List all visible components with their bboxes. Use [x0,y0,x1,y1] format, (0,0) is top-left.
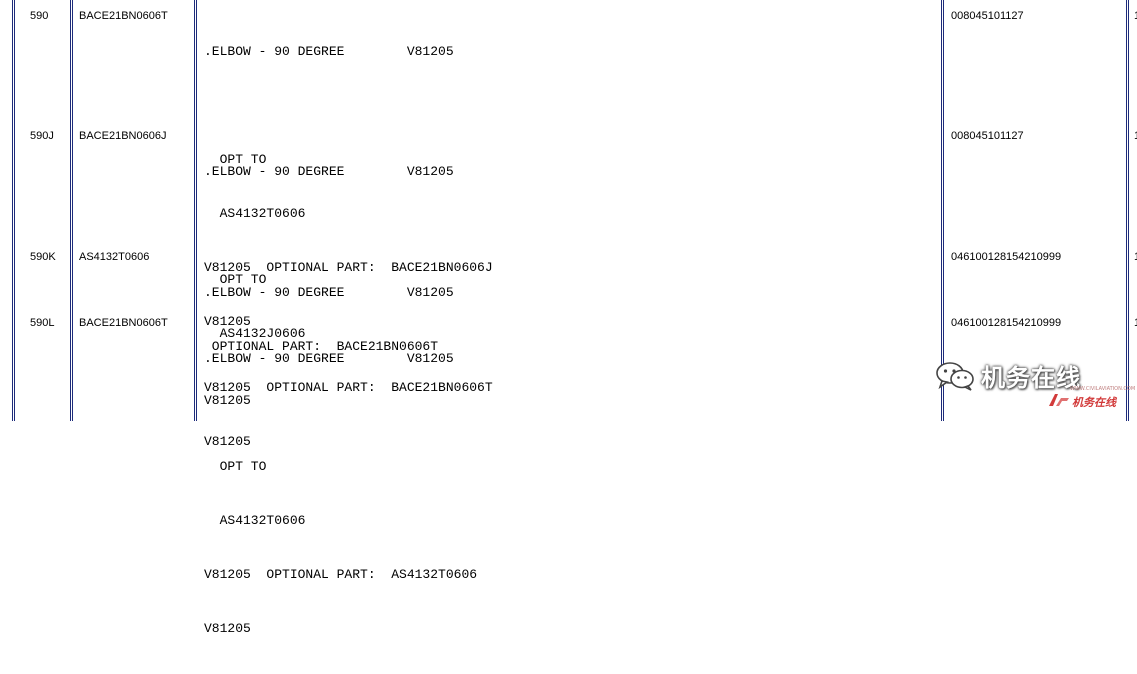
parts-list-page: 590 BACE21BN0606T .ELBOW - 90 DEGREE V81… [0,0,1137,636]
column-rule-left [12,0,15,421]
item-number: 590K [30,251,56,263]
item-number: 590L [30,317,55,329]
part-number: AS4132T0606 [79,251,150,263]
description-line: .ELBOW - 90 DEGREE V81205 [204,164,454,179]
part-number: BACE21BN0606T [79,10,168,22]
column-rule-code [1126,0,1129,421]
description: .ELBOW - 90 DEGREE V81205 OPT TO AS4132T… [204,314,477,674]
wechat-icon [935,361,975,391]
column-rule-part [194,0,197,421]
effectivity-code: 008045101127 [951,10,1024,22]
logo-watermark: 机务在线 WWW.CIVILAVIATION.COM [1048,386,1135,410]
description-line: V81205 [204,621,251,636]
logo-icon [1048,393,1070,410]
logo-url: WWW.CIVILAVIATION.COM [1070,386,1136,392]
effectivity-code: 046100128154210999 [951,317,1062,329]
description-line: .ELBOW - 90 DEGREE V81205 [204,351,454,366]
description-line [204,404,477,422]
description-line [204,217,493,235]
effectivity-code: 008045101127 [951,130,1024,142]
description-line: .ELBOW - 90 DEGREE V81205 [204,44,454,59]
item-number: 590 [30,10,49,22]
effectivity-code: 046100128154210999 [951,251,1062,263]
description-line [204,97,493,115]
part-number: BACE21BN0606J [79,130,167,142]
description-line: .ELBOW - 90 DEGREE V81205 [204,285,454,300]
item-number: 590J [30,130,54,142]
logo-text: 机务在线 [1072,395,1116,409]
watermark: 机务在线 [935,358,1081,393]
part-number: BACE21BN0606T [79,317,168,329]
description-line: OPT TO [204,459,267,474]
description-line: AS4132T0606 [204,513,306,528]
description-line: V81205 OPTIONAL PART: AS4132T0606 [204,567,478,582]
column-rule-item [70,0,73,421]
watermark-text: 机务在线 [981,364,1081,392]
